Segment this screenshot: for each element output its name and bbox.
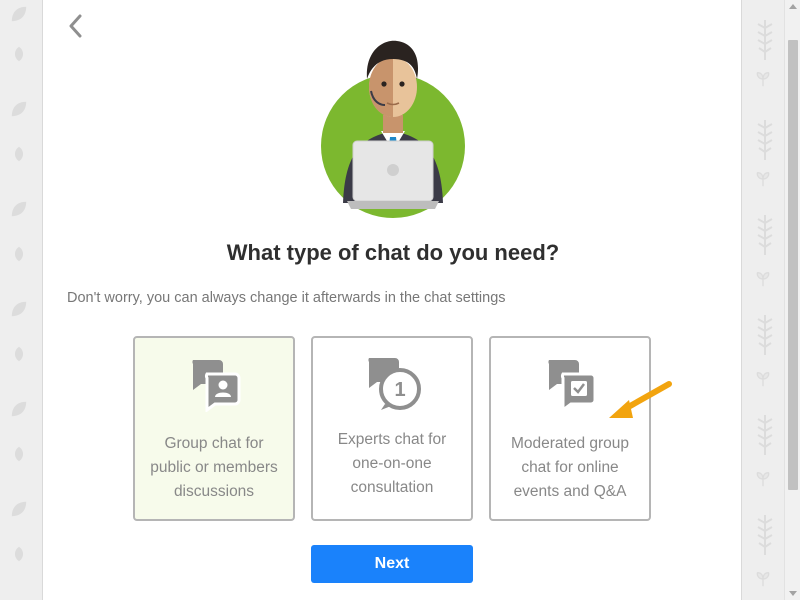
- leaf-icon: [756, 272, 770, 287]
- moderated-chat-icon: [548, 360, 597, 412]
- fern-icon: [757, 415, 773, 455]
- option-label: Experts chat for one-on-one consultation: [337, 431, 447, 496]
- page-title: What type of chat do you need?: [226, 240, 560, 265]
- back-button[interactable]: [63, 12, 89, 40]
- leaf-icon: [14, 546, 24, 562]
- scrollbar[interactable]: [784, 0, 800, 600]
- businessman-illustration: [321, 40, 465, 218]
- one-on-one-chat-icon: 1: [368, 358, 421, 410]
- option-group-chat[interactable]: Group chat for public or members discuss…: [133, 336, 295, 521]
- pointer-arrow-icon: [609, 381, 672, 418]
- option-label: Group chat for public or members discuss…: [150, 435, 278, 500]
- leaf-icon: [756, 472, 770, 487]
- option-moderated-chat[interactable]: Moderated group chat for online events a…: [489, 336, 651, 521]
- page-subtitle: Don't worry, you can always change it af…: [67, 290, 506, 306]
- leaf-icon: [14, 346, 24, 362]
- group-chat-icon: [192, 360, 241, 412]
- fern-icon: [757, 120, 773, 160]
- svg-text:1: 1: [394, 379, 405, 401]
- leaf-icon: [756, 172, 770, 187]
- scroll-up-arrow[interactable]: [789, 4, 797, 9]
- fern-icon: [757, 315, 773, 355]
- leaf-icon: [756, 572, 770, 587]
- fern-icon: [757, 20, 773, 60]
- leaf-icon: [11, 201, 27, 217]
- leaf-icon: [11, 501, 27, 517]
- leaf-icon: [756, 72, 770, 87]
- fern-icon: [757, 515, 773, 555]
- next-button[interactable]: Next: [311, 545, 473, 583]
- leaf-icon: [11, 401, 27, 417]
- background-pattern-right: [742, 0, 784, 600]
- leaf-icon: [11, 301, 27, 317]
- chevron-left-icon: [69, 14, 82, 38]
- leaf-icon: [11, 101, 27, 117]
- leaf-icon: [756, 372, 770, 387]
- scroll-down-arrow[interactable]: [789, 591, 797, 596]
- leaf-icon: [14, 446, 24, 462]
- option-experts-chat[interactable]: 1 Experts chat for one-on-one consultati…: [311, 336, 473, 521]
- leaf-icon: [11, 6, 27, 22]
- background-pattern-left: [0, 0, 42, 600]
- option-label: Moderated group chat for online events a…: [510, 435, 630, 500]
- fern-icon: [757, 215, 773, 255]
- leaf-icon: [14, 46, 24, 62]
- chat-type-dialog: What type of chat do you need? Don't wor…: [42, 0, 742, 600]
- leaf-icon: [14, 146, 24, 162]
- leaf-icon: [14, 246, 24, 262]
- scrollbar-thumb[interactable]: [788, 40, 798, 490]
